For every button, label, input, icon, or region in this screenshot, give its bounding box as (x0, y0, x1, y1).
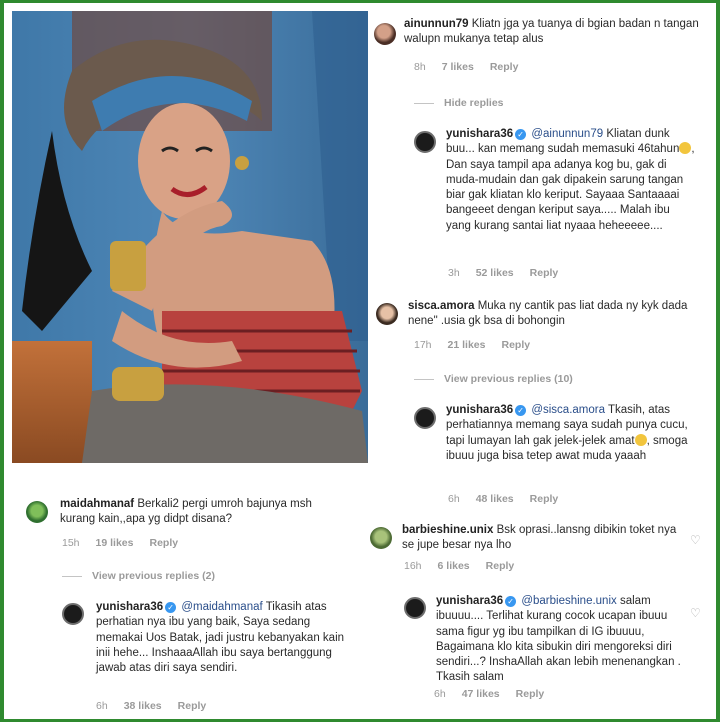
likes-count[interactable]: 47 likes (462, 688, 500, 700)
reply-yunishara36-maidahmanaf: yunishara36 ✓ @maidahmanaf Tikasih atas p… (96, 600, 346, 676)
smiling-face-emoji (634, 433, 647, 446)
view-previous-label: View previous replies (10) (444, 373, 573, 385)
toggle-dash (62, 575, 82, 577)
comment-meta: 3h 52 likes Reply (448, 267, 574, 279)
comment-username[interactable]: yunishara36 (446, 404, 513, 416)
likes-count[interactable]: 19 likes (96, 537, 134, 549)
reply-button[interactable]: Reply (501, 339, 530, 351)
reply-button[interactable]: Reply (178, 700, 207, 712)
comment-time: 3h (448, 267, 460, 279)
comment-username[interactable]: yunishara36 (446, 128, 513, 140)
mention-link[interactable]: @maidahmanaf (181, 601, 262, 613)
reply-button[interactable]: Reply (486, 560, 515, 572)
likes-count[interactable]: 38 likes (124, 700, 162, 712)
verified-badge-icon: ✓ (515, 405, 527, 416)
heart-icon[interactable]: ♡ (690, 606, 701, 620)
reply-yunishara36-sisca: yunishara36 ✓ @sisca.amora Tkasih, atas p… (446, 403, 696, 464)
comment-username[interactable]: ainunnun79 (404, 18, 469, 30)
comment-username[interactable]: sisca.amora (408, 300, 475, 312)
reply-yunishara36-barbieshine: yunishara36 ✓ @barbieshine.unix salam ibu… (436, 594, 686, 686)
comment-meta: 6h 38 likes Reply (96, 700, 222, 712)
hide-replies-toggle[interactable]: Hide replies (414, 97, 504, 109)
comment-meta: 6h 48 likes Reply (448, 493, 574, 505)
reply-button[interactable]: Reply (149, 537, 178, 549)
avatar-yunishara36[interactable] (414, 131, 436, 153)
toggle-dash (414, 378, 434, 380)
likes-count[interactable]: 52 likes (476, 267, 514, 279)
comment-ainunnun79: ainunnun79 Kliatn jga ya tuanya di bgian… (404, 17, 704, 48)
comment-time: 17h (414, 339, 432, 351)
reply-button[interactable]: Reply (490, 61, 519, 73)
comment-maidahmanaf: maidahmanaf Berkali2 pergi umroh bajunya… (60, 497, 350, 528)
comment-time: 6h (448, 493, 460, 505)
comment-username[interactable]: yunishara36 (96, 601, 163, 613)
reply-yunishara36-ainunnun79: yunishara36 ✓ @ainunnun79 Kliatan dunk bu… (446, 127, 696, 234)
verified-badge-icon: ✓ (505, 596, 517, 607)
comment-meta: 16h 6 likes Reply (404, 560, 530, 572)
avatar-sisca-amora[interactable] (376, 303, 398, 325)
view-previous-replies-toggle[interactable]: View previous replies (10) (414, 373, 573, 385)
comment-username[interactable]: yunishara36 (436, 595, 503, 607)
reply-button[interactable]: Reply (530, 493, 559, 505)
likes-count[interactable]: 6 likes (438, 560, 470, 572)
avatar-yunishara36[interactable] (404, 597, 426, 619)
likes-count[interactable]: 48 likes (476, 493, 514, 505)
reply-button[interactable]: Reply (530, 267, 559, 279)
post-photo (12, 11, 368, 463)
avatar-barbieshine-unix[interactable] (370, 527, 392, 549)
mention-link[interactable]: @sisca.amora (531, 404, 605, 416)
comment-barbieshine-unix: barbieshine.unix Bsk oprasi..lansng dibi… (402, 523, 682, 554)
mention-link[interactable]: @barbieshine.unix (521, 595, 616, 607)
comment-time: 6h (434, 688, 446, 700)
smiling-face-emoji (679, 142, 692, 155)
reply-button[interactable]: Reply (516, 688, 545, 700)
comment-text: salam ibuuuu.... Terlihat kurang cocok u… (436, 595, 681, 684)
view-previous-label: View previous replies (2) (92, 570, 215, 582)
verified-badge-icon: ✓ (515, 129, 527, 140)
comment-username[interactable]: barbieshine.unix (402, 524, 493, 536)
hide-replies-label: Hide replies (444, 97, 504, 109)
comment-time: 15h (62, 537, 80, 549)
mention-link[interactable]: @ainunnun79 (531, 128, 603, 140)
verified-badge-icon: ✓ (165, 602, 177, 613)
comment-meta: 15h 19 likes Reply (62, 537, 194, 549)
comment-meta: 8h 7 likes Reply (414, 61, 534, 73)
comment-time: 6h (96, 700, 108, 712)
comment-text-cont: , Dan saya tampil apa adanya kog bu, gak… (446, 143, 695, 232)
avatar-ainunnun79[interactable] (374, 23, 396, 45)
comment-username[interactable]: maidahmanaf (60, 498, 134, 510)
avatar-yunishara36[interactable] (414, 407, 436, 429)
view-previous-replies-toggle[interactable]: View previous replies (2) (62, 570, 215, 582)
comment-time: 8h (414, 61, 426, 73)
avatar-yunishara36[interactable] (62, 603, 84, 625)
likes-count[interactable]: 21 likes (448, 339, 486, 351)
comment-meta: 17h 21 likes Reply (414, 339, 546, 351)
screenshot-frame: ainunnun79 Kliatn jga ya tuanya di bgian… (4, 3, 716, 719)
comment-meta: 6h 47 likes Reply (434, 688, 560, 700)
heart-icon[interactable]: ♡ (690, 533, 701, 547)
avatar-maidahmanaf[interactable] (26, 501, 48, 523)
comment-time: 16h (404, 560, 422, 572)
likes-count[interactable]: 7 likes (442, 61, 474, 73)
toggle-dash (414, 102, 434, 104)
comment-sisca-amora: sisca.amora Muka ny cantik pas liat dada… (408, 299, 708, 330)
woman-portrait-illustration (12, 11, 368, 463)
